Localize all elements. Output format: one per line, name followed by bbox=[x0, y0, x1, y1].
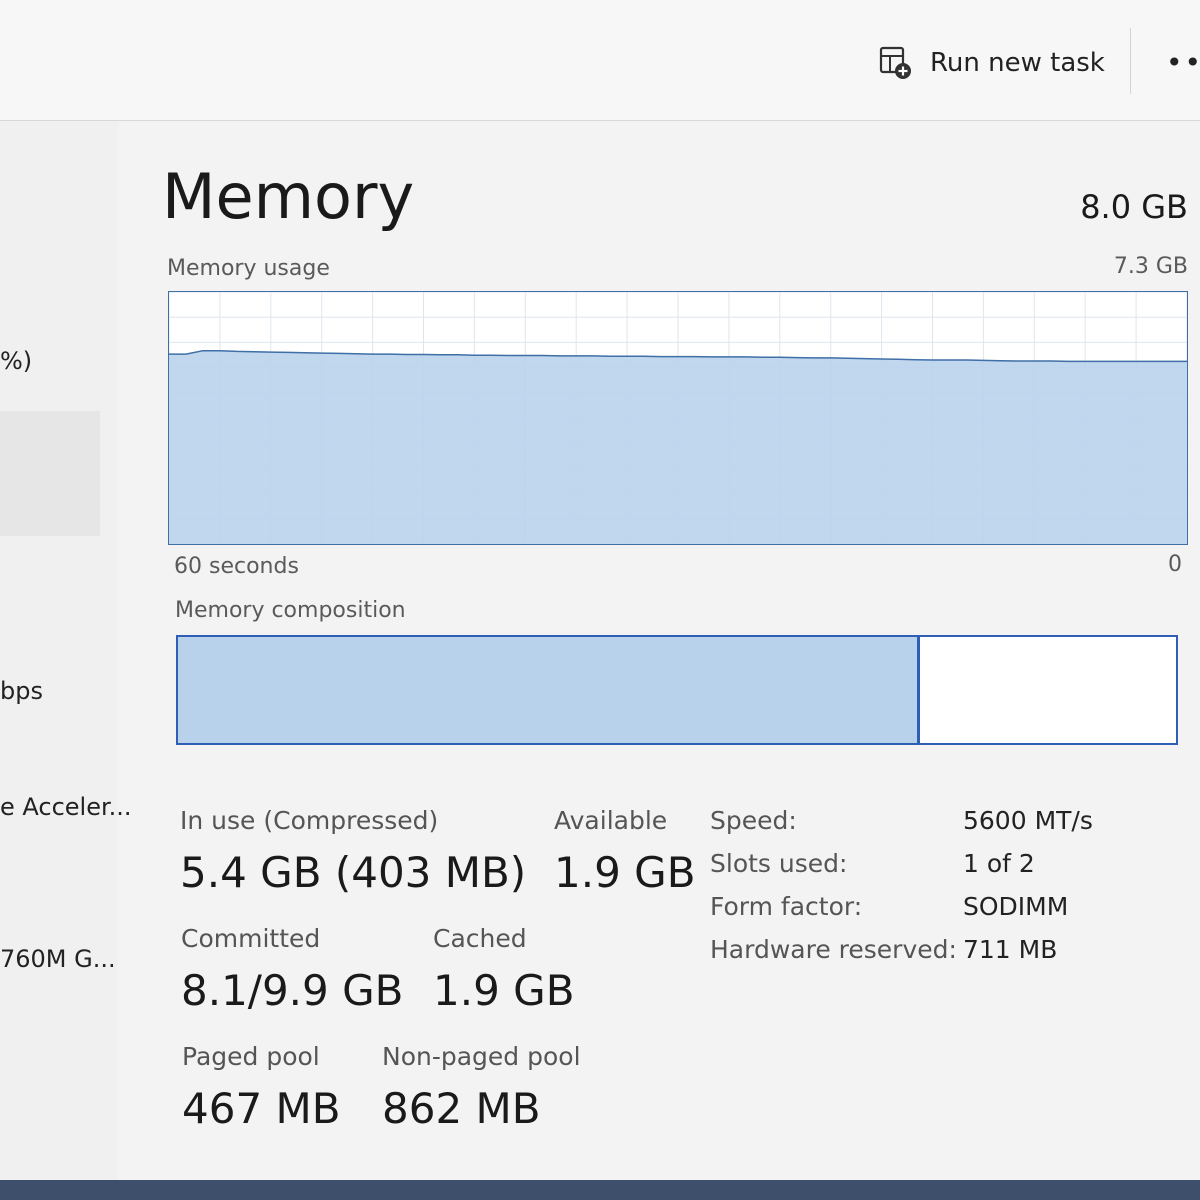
speed-label: Speed: bbox=[710, 806, 797, 835]
graph-time-end: 0 bbox=[1168, 552, 1182, 577]
run-task-icon bbox=[879, 46, 911, 79]
toolbar: Run new task ••• bbox=[0, 0, 1200, 121]
usage-graph-max: 7.3 GB bbox=[1113, 254, 1188, 279]
graph-time-start: 60 seconds bbox=[174, 554, 299, 579]
hardware-reserved-label: Hardware reserved: bbox=[710, 935, 957, 964]
taskbar bbox=[0, 1180, 1200, 1200]
speed-value: 5600 MT/s bbox=[963, 806, 1093, 835]
slots-used-label: Slots used: bbox=[710, 849, 848, 878]
form-factor-value: SODIMM bbox=[963, 892, 1069, 921]
composition-label: Memory composition bbox=[175, 598, 406, 623]
cached-value: 1.9 GB bbox=[433, 966, 575, 1015]
run-new-task-button[interactable]: Run new task bbox=[878, 38, 1105, 88]
run-new-task-label: Run new task bbox=[930, 48, 1105, 78]
available-value: 1.9 GB bbox=[554, 848, 696, 897]
cached-label: Cached bbox=[433, 924, 527, 953]
memory-usage-chart bbox=[169, 292, 1187, 544]
non-paged-pool-value: 862 MB bbox=[382, 1084, 541, 1133]
slots-used-value: 1 of 2 bbox=[963, 849, 1035, 878]
sidebar: %) bps e Acceler... 760M G... bbox=[0, 121, 132, 1200]
paged-pool-label: Paged pool bbox=[182, 1042, 320, 1071]
total-memory: 8.0 GB bbox=[1080, 188, 1188, 226]
sidebar-item-gpu[interactable]: 760M G... bbox=[0, 945, 116, 973]
sidebar-item-network[interactable]: bps bbox=[0, 677, 43, 705]
usage-graph-label: Memory usage bbox=[167, 256, 330, 281]
form-factor-label: Form factor: bbox=[710, 892, 863, 921]
in-use-value: 5.4 GB (403 MB) bbox=[180, 848, 527, 897]
composition-in-use-segment bbox=[178, 637, 920, 743]
page-title: Memory bbox=[162, 160, 415, 233]
committed-value: 8.1/9.9 GB bbox=[181, 966, 404, 1015]
sidebar-item-accelerator[interactable]: e Acceler... bbox=[0, 793, 132, 821]
sidebar-selected-item[interactable] bbox=[0, 411, 100, 536]
memory-usage-graph bbox=[168, 291, 1188, 545]
available-label: Available bbox=[554, 806, 668, 835]
more-options-icon[interactable]: ••• bbox=[1166, 46, 1200, 79]
memory-composition-bar bbox=[176, 635, 1178, 745]
hardware-reserved-value: 711 MB bbox=[963, 935, 1058, 964]
usage-area bbox=[169, 350, 1187, 544]
paged-pool-value: 467 MB bbox=[182, 1084, 341, 1133]
committed-label: Committed bbox=[181, 924, 321, 953]
in-use-label: In use (Compressed) bbox=[180, 806, 439, 835]
non-paged-pool-label: Non-paged pool bbox=[382, 1042, 581, 1071]
toolbar-divider bbox=[1130, 28, 1131, 94]
sidebar-item-memory[interactable]: %) bbox=[0, 347, 32, 375]
